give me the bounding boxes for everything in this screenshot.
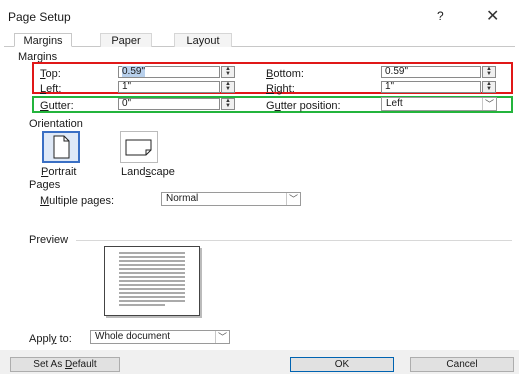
portrait-button[interactable]: [42, 131, 80, 163]
chevron-down-icon: ﹀: [286, 193, 300, 205]
set-as-default-button[interactable]: Set As Default: [10, 357, 120, 372]
chevron-down-icon: ﹀: [482, 98, 496, 110]
close-icon[interactable]: ✕: [486, 6, 499, 26]
dialog-title: Page Setup: [8, 10, 71, 24]
bottom-margin-input[interactable]: 0.59": [381, 66, 481, 78]
right-margin-spinner[interactable]: ▲ ▼: [482, 81, 496, 93]
bottom-label: Bottom:: [266, 68, 304, 80]
left-label: Left:: [40, 83, 62, 95]
tab-margins[interactable]: Margins: [14, 33, 72, 47]
left-margin-input[interactable]: 1": [118, 81, 220, 93]
left-margin-spinner[interactable]: ▲ ▼: [221, 81, 235, 93]
preview-page: [104, 246, 200, 316]
tab-layout[interactable]: Layout: [174, 33, 232, 47]
gutter-input[interactable]: 0": [118, 98, 220, 110]
portrait-page-icon: [53, 135, 70, 159]
right-margin-input[interactable]: 1": [381, 81, 481, 93]
right-label: Right:: [266, 83, 295, 95]
preview-text-lines: [119, 252, 185, 306]
landscape-button[interactable]: [120, 131, 158, 163]
top-margin-spinner[interactable]: ▲ ▼: [221, 66, 235, 78]
pages-section-label: Pages: [29, 179, 61, 191]
tab-paper[interactable]: Paper: [100, 33, 152, 47]
top-margin-input[interactable]: 0.59": [118, 66, 220, 78]
apply-to-label: Apply to:: [29, 333, 72, 345]
landscape-label: Landscape: [121, 166, 175, 178]
help-button[interactable]: ?: [437, 9, 444, 23]
multiple-pages-label: Multiple pages:: [40, 195, 114, 207]
landscape-page-icon: [125, 139, 152, 156]
preview-divider: [76, 240, 512, 241]
apply-to-select[interactable]: Whole document ﹀: [90, 330, 230, 344]
gutter-position-select[interactable]: Left ﹀: [381, 97, 497, 111]
chevron-down-icon: ﹀: [215, 331, 229, 343]
ok-button[interactable]: OK: [290, 357, 394, 372]
gutter-position-label: Gutter position:: [266, 100, 341, 112]
gutter-label: Gutter:: [40, 100, 74, 112]
preview-section-label: Preview: [29, 234, 69, 246]
bottom-margin-spinner[interactable]: ▲ ▼: [482, 66, 496, 78]
orientation-section-label: Orientation: [29, 118, 83, 130]
cancel-button[interactable]: Cancel: [410, 357, 514, 372]
top-label: Top:: [40, 68, 61, 80]
gutter-spinner[interactable]: ▲ ▼: [221, 98, 235, 110]
portrait-label: Portrait: [41, 166, 77, 178]
tab-bar: [4, 33, 515, 47]
multiple-pages-select[interactable]: Normal ﹀: [161, 192, 301, 206]
